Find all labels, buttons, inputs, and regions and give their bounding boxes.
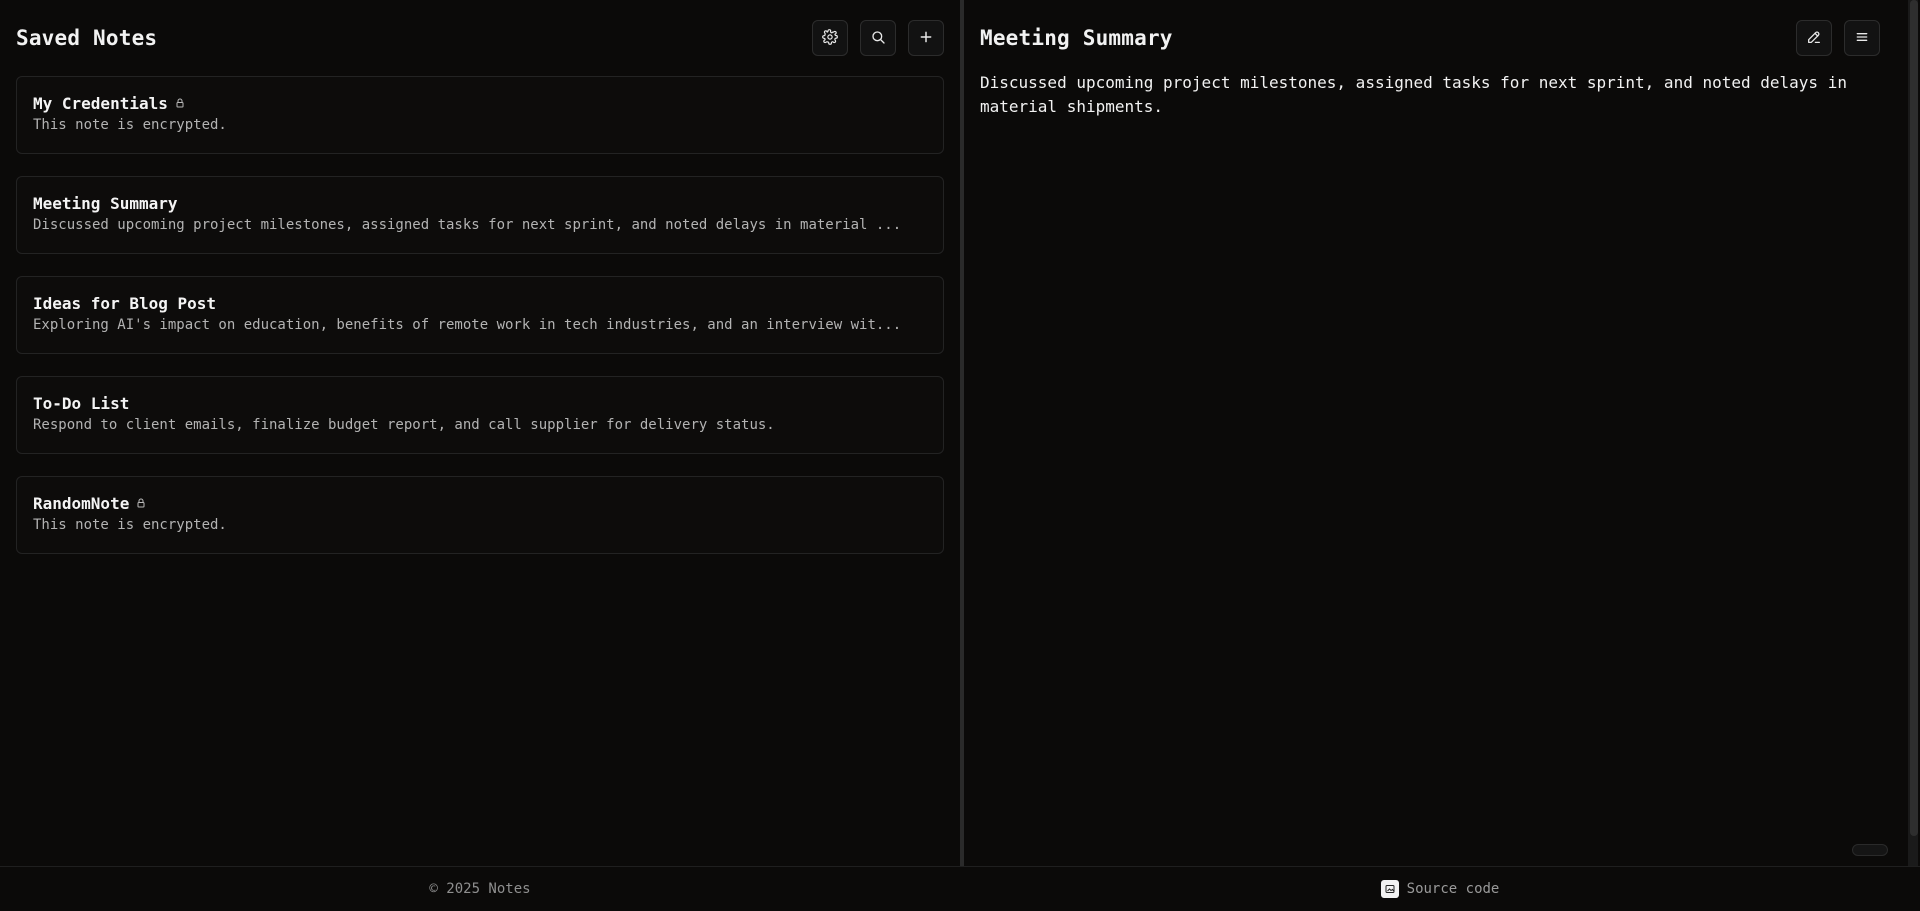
search-icon	[870, 29, 886, 48]
note-title: To-Do List	[33, 393, 130, 413]
note-title: Ideas for Blog Post	[33, 293, 217, 313]
note-preview: This note is encrypted.	[33, 517, 227, 533]
lock-icon	[174, 97, 186, 109]
right-pane: Meeting Summary Discussed upcoming proje…	[964, 0, 1920, 866]
image-icon	[1380, 880, 1399, 898]
source-code-link[interactable]: Source code	[1407, 881, 1500, 897]
footer-right: Source code	[960, 880, 1920, 898]
main-area: Saved Notes My Credentials This note is …	[0, 0, 1920, 866]
note-preview: Respond to client emails, finalize budge…	[33, 417, 775, 433]
page-title: Saved Notes	[16, 26, 158, 50]
note-title-row: RandomNote	[33, 493, 927, 513]
menu-button[interactable]	[1844, 20, 1880, 56]
note-title: My Credentials	[33, 93, 168, 113]
note-title-row: To-Do List	[33, 393, 927, 413]
right-scroll-thumb[interactable]	[1910, 0, 1918, 836]
add-note-button[interactable]	[908, 20, 944, 56]
left-header: Saved Notes	[0, 20, 960, 56]
note-item[interactable]: Ideas for Blog Post Exploring AI's impac…	[16, 276, 944, 354]
edit-note-button[interactable]	[1796, 20, 1832, 56]
note-title: Meeting Summary	[33, 193, 178, 213]
note-preview: Exploring AI's impact on education, bene…	[33, 317, 902, 333]
copyright-text: © 2025 Notes	[429, 881, 531, 897]
lock-icon	[135, 497, 147, 509]
plus-icon	[918, 29, 934, 48]
footer-left: © 2025 Notes	[0, 881, 960, 897]
note-title-row: Meeting Summary	[33, 193, 927, 213]
note-title-row: Ideas for Blog Post	[33, 293, 927, 313]
note-preview: Discussed upcoming project milestones, a…	[33, 217, 902, 233]
resize-handle[interactable]	[1852, 844, 1888, 856]
left-pane: Saved Notes My Credentials This note is …	[0, 0, 960, 866]
note-item[interactable]: Meeting Summary Discussed upcoming proje…	[16, 176, 944, 254]
menu-icon	[1854, 29, 1870, 48]
note-detail-actions	[1796, 20, 1904, 56]
gear-icon	[822, 28, 838, 48]
note-title: RandomNote	[33, 493, 130, 513]
note-item[interactable]: RandomNote This note is encrypted.	[16, 476, 944, 554]
note-item[interactable]: My Credentials This note is encrypted.	[16, 76, 944, 154]
settings-button[interactable]	[812, 20, 848, 56]
note-detail-title: Meeting Summary	[980, 26, 1173, 50]
note-body: Discussed upcoming project milestones, a…	[980, 73, 1847, 116]
note-title-row: My Credentials	[33, 93, 927, 113]
edit-icon	[1806, 29, 1822, 48]
search-button[interactable]	[860, 20, 896, 56]
footer: © 2025 Notes Source code	[0, 866, 1920, 911]
left-header-actions	[812, 20, 944, 56]
app-root: Saved Notes My Credentials This note is …	[0, 0, 1920, 911]
notes-list: My Credentials This note is encrypted. M…	[0, 76, 960, 554]
right-header: Meeting Summary	[964, 20, 1920, 56]
note-preview: This note is encrypted.	[33, 117, 227, 133]
note-item[interactable]: To-Do List Respond to client emails, fin…	[16, 376, 944, 454]
